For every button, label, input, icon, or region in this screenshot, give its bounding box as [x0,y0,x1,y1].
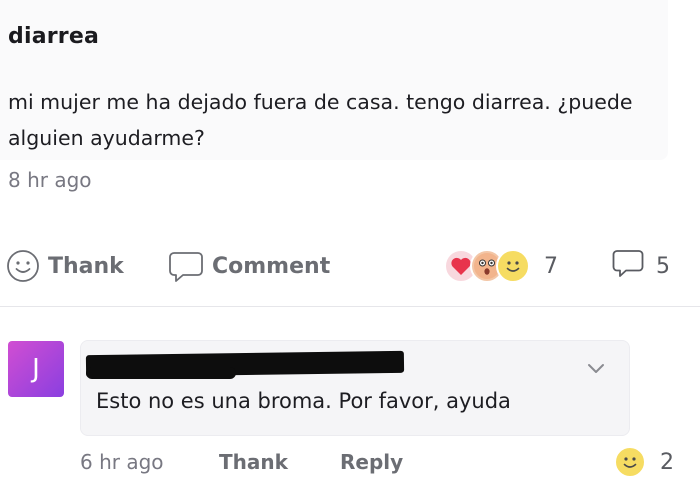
chevron-down-icon[interactable] [584,356,608,380]
speech-bubble-icon [612,247,656,285]
speech-bubble-icon [168,249,212,283]
reactions-summary[interactable]: 7 [444,248,558,284]
divider [0,306,700,307]
comment-reaction-count: 2 [660,449,674,475]
comment-reactions[interactable]: 2 [614,446,674,478]
reply-button[interactable]: Reply [340,450,403,474]
comment-label: Comment [212,253,331,279]
post-title[interactable]: diarrea [8,24,99,49]
avatar[interactable]: J [8,341,64,397]
page: diarrea mi mujer me ha dejado fuera de c… [0,0,700,490]
thank-button[interactable]: Thank [6,246,124,286]
smile-outline-icon [6,249,48,283]
post-timestamp[interactable]: 8 hr ago [8,168,92,192]
smile-face-icon [496,249,530,283]
comments-count-button[interactable]: 5 [612,248,670,284]
comment-thank-button[interactable]: Thank [219,450,288,474]
redaction-mark [86,367,236,379]
comment-text: Esto no es una broma. Por favor, ayuda [96,389,511,413]
post-body: mi mujer me ha dejado fuera de casa. ten… [8,90,633,150]
smile-face-icon [614,446,646,478]
reaction-count: 7 [544,253,558,279]
comment-button[interactable]: Comment [168,246,330,286]
comments-count: 5 [656,253,670,279]
thank-label: Thank [48,253,124,279]
comment-timestamp[interactable]: 6 hr ago [80,450,164,474]
